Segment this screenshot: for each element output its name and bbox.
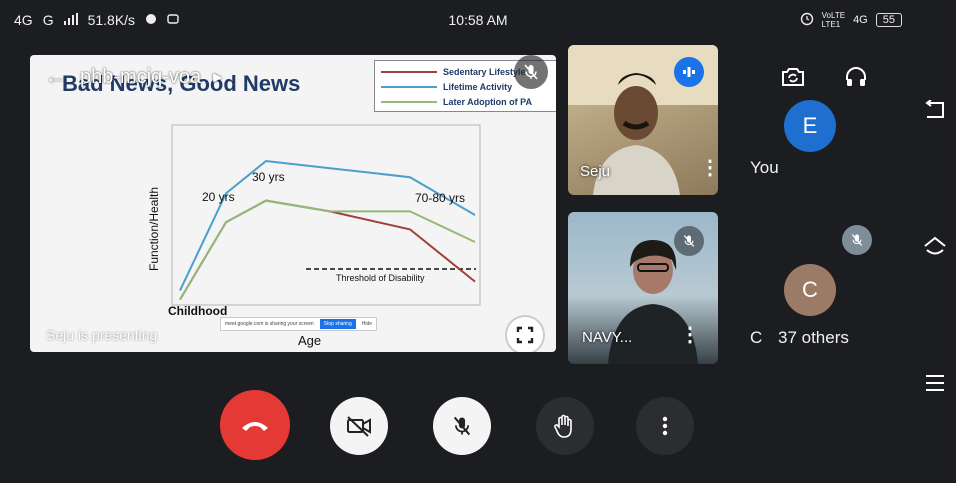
- home-nav-button[interactable]: [920, 235, 950, 257]
- switch-camera-icon[interactable]: [780, 65, 806, 94]
- camera-toggle-button[interactable]: [330, 397, 388, 455]
- avatar-you: E: [784, 100, 836, 152]
- avatar-initial: C: [802, 277, 818, 302]
- annotation-20-yrs: 20 yrs: [202, 190, 235, 204]
- annotation-childhood: Childhood: [168, 304, 227, 318]
- participant-tile-navy[interactable]: NAVY... ⋮: [568, 212, 718, 364]
- speed-label: 51.8K/s: [87, 12, 136, 28]
- menu-icon: [926, 375, 944, 391]
- more-options-button[interactable]: [636, 397, 694, 455]
- speaking-indicator-icon: [674, 57, 704, 87]
- x-axis-label: Age: [298, 333, 321, 348]
- meeting-code[interactable]: phb-mcjq-voa: [80, 66, 201, 89]
- y-axis-label: Function/Health: [147, 187, 161, 271]
- fullscreen-button[interactable]: [505, 315, 545, 352]
- camera-off-icon: [347, 416, 371, 437]
- annotation-70-80-yrs: 70-80 yrs: [415, 191, 465, 205]
- hide-button: Hide: [361, 321, 373, 327]
- mic-toggle-button[interactable]: [433, 397, 491, 455]
- signal-icon: [63, 12, 78, 28]
- series-line-1: [179, 199, 476, 301]
- audio-output-icon[interactable]: [844, 65, 868, 94]
- you-label: You: [750, 158, 779, 177]
- legend-label: Later Adoption of PA: [443, 96, 532, 107]
- cast-icon: [167, 12, 179, 28]
- carrier-top-label: VoLTE: [821, 11, 846, 20]
- mic-off-icon: [453, 416, 471, 436]
- participant-name: Seju: [580, 163, 611, 180]
- notification-dot-icon: [145, 12, 157, 28]
- plot-frame: [171, 124, 481, 306]
- legend-label: Lifetime Activity: [443, 81, 513, 92]
- more-options-icon[interactable]: ⋮: [700, 155, 718, 180]
- series-line-3: [179, 199, 476, 301]
- avatar-others[interactable]: C: [784, 264, 836, 316]
- meet-header: ← phb-mcjq-voa ▶: [44, 63, 222, 91]
- menu-nav-button[interactable]: [920, 374, 950, 392]
- signal-label: G: [42, 12, 54, 28]
- threshold-label: Threshold of Disability: [336, 273, 425, 283]
- participant-name: NAVY...: [582, 329, 633, 346]
- carrier-bottom-label: LTE1: [821, 20, 841, 29]
- mic-off-icon: [674, 226, 704, 256]
- annotation-30-yrs: 30 yrs: [252, 170, 285, 184]
- participant-tile-seju[interactable]: Seju ⋮: [568, 45, 718, 195]
- status-bar: 4G G 51.8K/s 10:58 AM VoLTE LTE1 4G 55: [0, 0, 956, 40]
- battery-indicator: 55: [875, 13, 902, 27]
- fullscreen-icon: [516, 326, 534, 344]
- back-nav-button[interactable]: [920, 100, 950, 120]
- back-icon: [925, 100, 944, 118]
- presenter-mic-off-icon: [514, 55, 548, 89]
- alarm-icon: [800, 12, 814, 29]
- hand-icon: [554, 414, 572, 438]
- legend-item: Later Adoption of PA: [381, 94, 556, 109]
- net-type-label: 4G: [853, 14, 868, 26]
- avatar-initial: E: [802, 113, 818, 138]
- mic-off-icon: [842, 225, 872, 255]
- end-call-button[interactable]: [220, 390, 290, 460]
- network-label: 4G: [14, 12, 33, 28]
- others-partial-label: C: [750, 328, 763, 347]
- share-bar-text: meet.google.com is sharing your screen: [225, 321, 314, 327]
- chevron-right-icon[interactable]: ▶: [213, 70, 222, 84]
- presenting-label: Seju is presenting: [46, 327, 158, 343]
- others-count-label[interactable]: 37 others: [778, 328, 849, 348]
- presentation-stage[interactable]: Threshold of Disability 20 yrs 30 yrs 70-80…: [30, 55, 556, 352]
- screen-share-bar: meet.google.com is sharing your screen S…: [220, 317, 378, 331]
- back-arrow-icon[interactable]: ←: [44, 63, 68, 91]
- home-icon: [924, 236, 946, 255]
- hang-up-icon: [242, 422, 268, 431]
- more-options-icon[interactable]: ⋮: [680, 322, 700, 347]
- raise-hand-button[interactable]: [536, 397, 594, 455]
- stop-sharing-button: Stop sharing: [319, 319, 356, 329]
- more-vert-icon: [662, 416, 668, 436]
